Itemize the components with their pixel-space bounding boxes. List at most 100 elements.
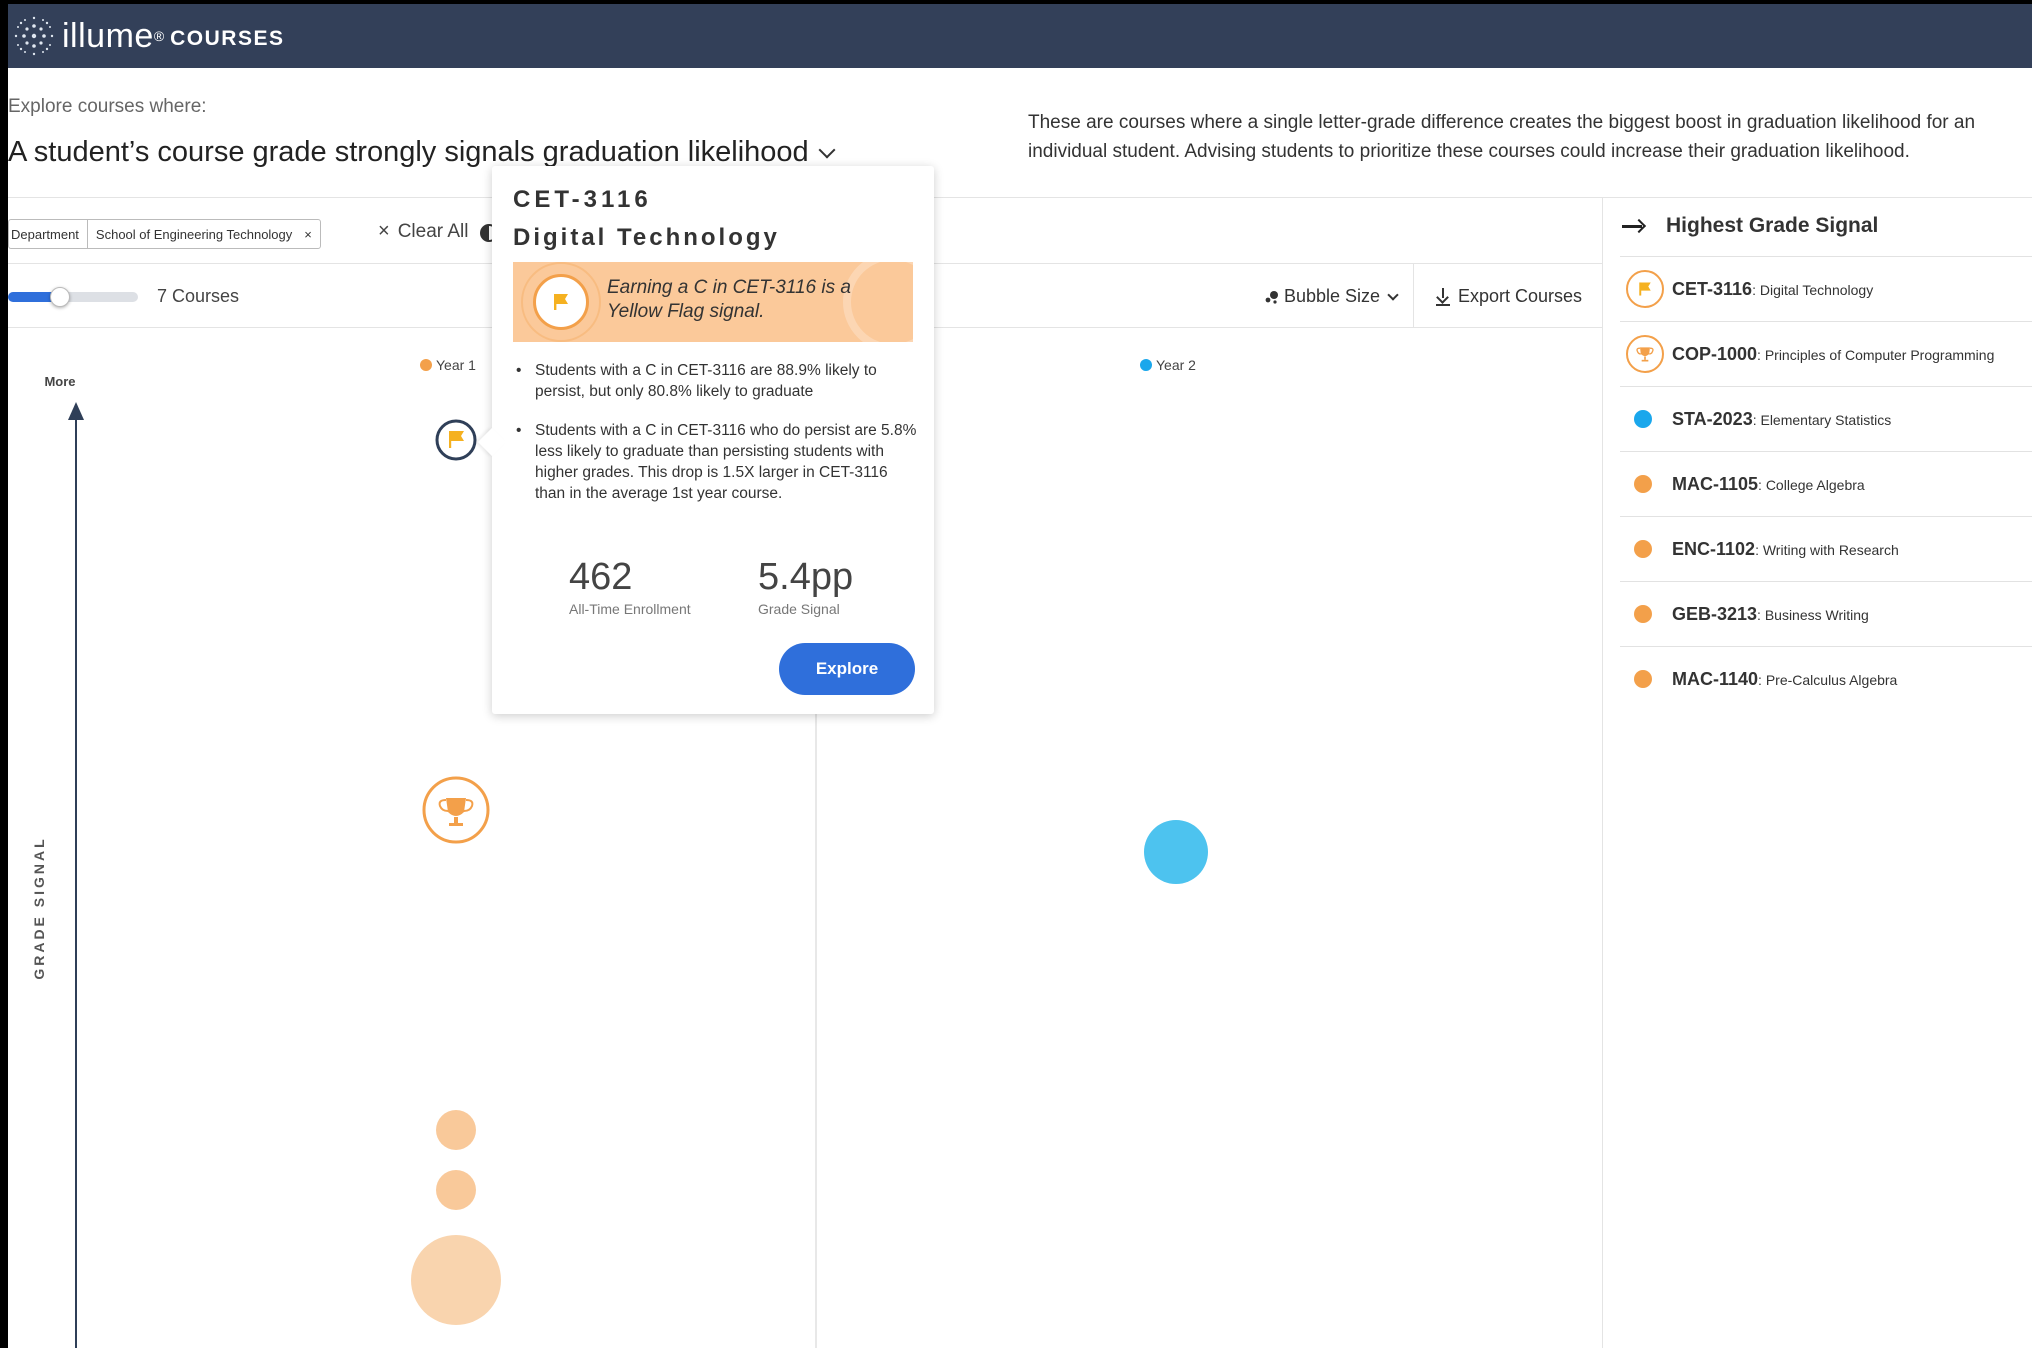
chip-key: Department [9,220,88,248]
enrollment-stat: 462 All-Time Enrollment [569,556,691,617]
y-axis-arrow-icon [68,402,84,420]
tooltip-bullets: Students with a C in CET-3116 are 88.9% … [513,360,917,522]
download-icon [1436,287,1450,306]
course-label: ENC-1102: Writing with Research [1672,539,1899,560]
course-label: MAC-1105: College Algebra [1672,474,1865,495]
year1-label: Year 1 [436,357,476,373]
divider [8,197,2032,198]
course-dot [1634,475,1652,493]
course-label: MAC-1140: Pre-Calculus Algebra [1672,669,1897,690]
tooltip-bullet: Students with a C in CET-3116 are 88.9% … [513,360,917,402]
course-code: CET-3116 [1672,278,1753,299]
course-dot [1634,670,1652,688]
explore-description: These are courses where a single letter-… [1028,112,1976,162]
course-tooltip: CET-3116 Digital Technology Earning a C … [477,166,934,714]
chip-remove-icon[interactable]: × [304,227,312,242]
course-label: COP-1000: Principles of Computer Program… [1672,344,1994,365]
bubble-course[interactable] [436,1110,476,1150]
course-dot [1634,410,1652,428]
flag-icon [554,294,568,310]
brand-name: illume [62,16,154,55]
chip-value-wrap: School of Engineering Technology × [88,220,320,248]
export-courses-button[interactable]: Export Courses [1436,286,1582,307]
year2-legend-dot [1140,359,1152,371]
tooltip-course-title: Digital Technology [513,224,780,251]
product-name: COURSES [170,27,285,50]
course-code: MAC-1140 [1672,668,1759,689]
course-name: : Principles of Computer Programming [1757,346,1995,363]
explore-title: A student’s course grade strongly signal… [8,136,809,168]
clear-all-label: Clear All [397,220,469,242]
tooltip-course-code: CET-3116 [513,186,652,213]
bubble-cet-3116[interactable] [435,419,477,461]
bubble-size-icon [1265,290,1278,304]
course-count-slider[interactable] [8,287,138,307]
bubble-cop-1000[interactable] [422,776,490,844]
course-name: : Pre-Calculus Algebra [1758,671,1898,688]
signal-banner-text: Earning a C in CET-3116 is a Yellow Flag… [607,277,851,322]
export-label: Export Courses [1458,286,1583,306]
course-name: : Elementary Statistics [1752,411,1892,428]
explore-button[interactable]: Explore [779,643,915,695]
arrow-right-icon [1622,220,1646,232]
year2-label: Year 2 [1156,357,1196,373]
top-bar: illume ® COURSES [8,4,2032,68]
logo-icon [14,16,54,56]
course-code: GEB-3213 [1672,603,1758,624]
course-list-item[interactable]: COP-1000: Principles of Computer Program… [1620,321,2032,386]
course-list-item[interactable]: ENC-1102: Writing with Research [1620,516,2032,581]
separator [1413,264,1414,328]
grade-signal-stat: 5.4pp Grade Signal [758,556,853,617]
grade-signal-label: Grade Signal [758,601,840,617]
course-list-item[interactable]: MAC-1140: Pre-Calculus Algebra [1620,646,2032,711]
explore-dropdown[interactable]: A student’s course grade strongly signal… [8,136,836,169]
enrollment-label: All-Time Enrollment [569,601,691,617]
brand-mark: ® [153,28,165,44]
flag-icon [1626,270,1664,308]
course-code: MAC-1105 [1672,473,1759,494]
course-name: : Writing with Research [1755,541,1899,558]
bubble-course[interactable] [436,1170,476,1210]
signal-banner: Earning a C in CET-3116 is a Yellow Flag… [513,262,913,342]
slider-handle[interactable] [50,287,70,307]
department-filter-chip: Department School of Engineering Technol… [8,219,321,249]
trophy-icon [1626,335,1664,373]
course-code: STA-2023 [1672,408,1753,429]
course-ranking-list: CET-3116: Digital Technology COP-1000: Pr… [1620,256,2032,711]
course-list-item[interactable]: GEB-3213: Business Writing [1620,581,2032,646]
axis-top-label: More [44,374,75,389]
tooltip-bullet: Students with a C in CET-3116 who do per… [513,420,917,504]
right-panel-title: Highest Grade Signal [1666,214,1879,237]
course-label: GEB-3213: Business Writing [1672,604,1869,625]
course-code: COP-1000 [1672,343,1758,364]
y-axis-label: GRADE SIGNAL [31,836,47,979]
course-list-item[interactable]: CET-3116: Digital Technology [1620,256,2032,321]
explore-label: Explore courses where: [8,96,207,117]
course-code: ENC-1102 [1672,538,1756,559]
course-dot [1634,605,1652,623]
course-list-item[interactable]: MAC-1105: College Algebra [1620,451,2032,516]
chevron-down-icon [1387,288,1399,301]
year1-legend-dot [420,359,432,371]
flag-badge [533,274,589,330]
bubble-sta-2023[interactable] [1144,820,1208,884]
course-label: STA-2023: Elementary Statistics [1672,409,1891,430]
app-frame: illume ® COURSES Explore courses where: A… [0,0,2032,1348]
clear-all-button[interactable]: × Clear All [378,220,468,243]
course-count: 7 Courses [157,286,240,306]
bubble-course[interactable] [411,1235,501,1325]
right-panel-header[interactable]: Highest Grade Signal [1622,214,1878,238]
course-dot [1634,540,1652,558]
course-name: : Digital Technology [1752,281,1874,298]
chip-value: School of Engineering Technology [95,226,293,242]
close-icon: × [378,220,390,242]
enrollment-value: 462 [569,556,633,598]
bubble-size-label: Bubble Size [1284,286,1381,306]
grade-signal-value: 5.4pp [758,556,854,598]
course-name: : Business Writing [1757,606,1869,623]
bubble-size-dropdown[interactable]: Bubble Size [1264,286,1399,307]
course-label: CET-3116: Digital Technology [1672,279,1873,300]
chevron-down-icon [818,141,836,158]
course-list-item[interactable]: STA-2023: Elementary Statistics [1620,386,2032,451]
course-name: : College Algebra [1758,476,1865,493]
